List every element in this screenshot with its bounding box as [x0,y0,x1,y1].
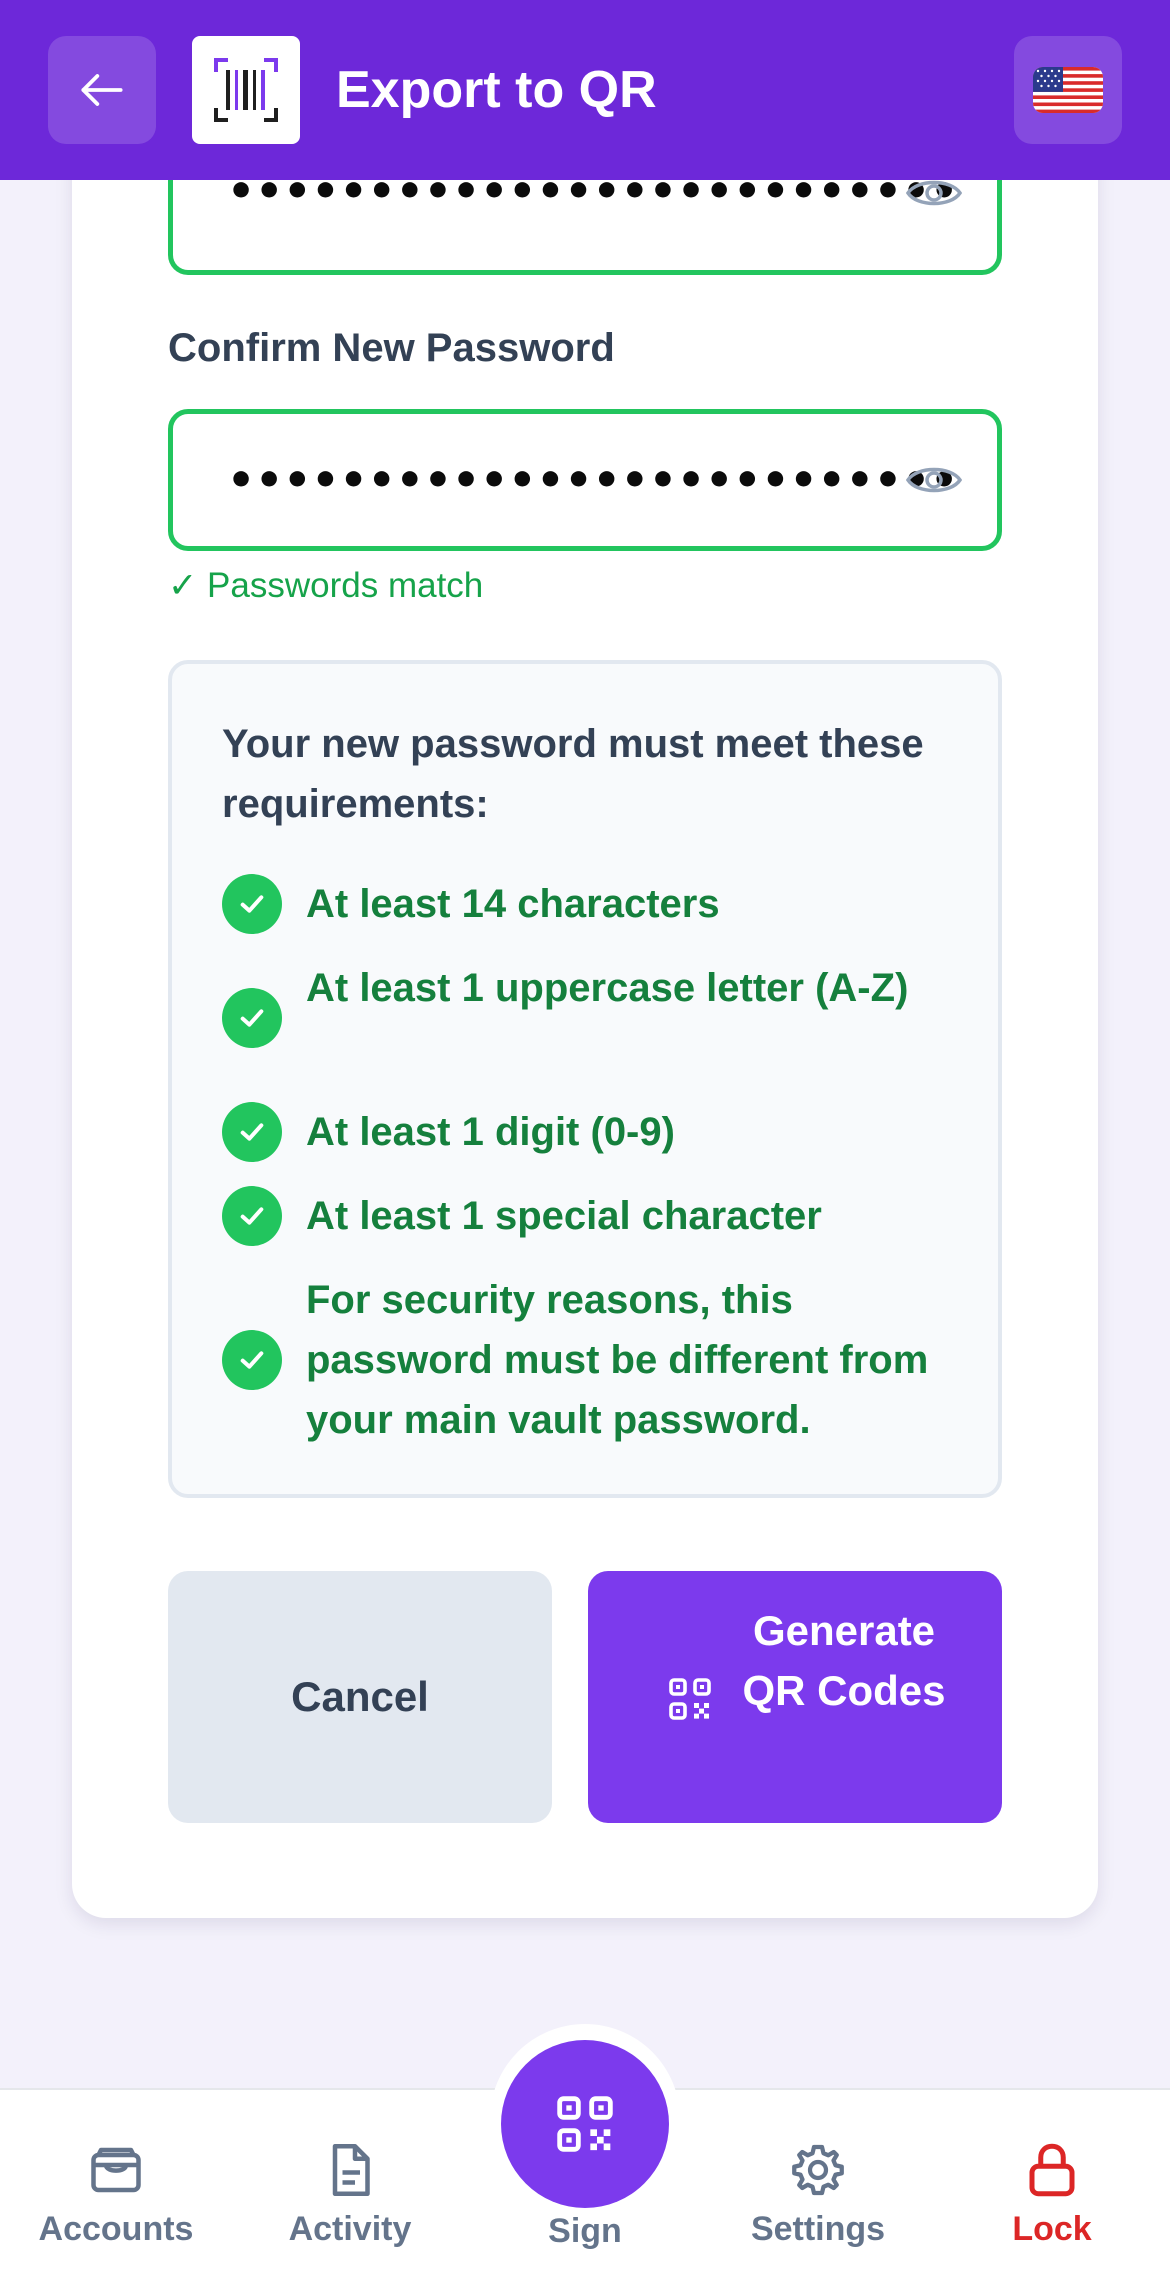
nav-activity[interactable]: Activity [250,2090,450,2280]
requirement-text: At least 14 characters [306,882,720,926]
nav-sign-button[interactable] [501,2040,669,2208]
qr-code-icon [669,1678,711,1720]
confirm-password-value: •••••••••••••••••••••••••• [227,454,959,506]
barcode-scan-icon [214,58,278,122]
language-button[interactable] [1014,36,1122,144]
confirm-password-label: Confirm New Password [168,326,615,370]
nav-activity-label: Activity [288,2210,412,2248]
qr-code-icon [557,2096,613,2152]
gear-icon [792,2144,844,2196]
requirement-text: At least 1 digit (0-9) [306,1110,675,1154]
nav-accounts-label: Accounts [38,2210,194,2248]
check-circle-icon [222,1186,282,1246]
check-circle-icon [222,1102,282,1162]
nav-sign-label[interactable]: Sign [500,2212,670,2251]
app-header: Export to QR [0,0,1170,180]
check-circle-icon [222,1330,282,1390]
check-circle-icon [222,874,282,934]
check-circle-icon [222,988,282,1048]
nav-settings[interactable]: Settings [718,2090,918,2280]
password-requirements: Your new password must meet these requir… [168,660,1002,1498]
nav-settings-label: Settings [750,2210,886,2248]
lock-icon [1029,2143,1075,2197]
requirement-text: At least 1 special character [306,1194,822,1238]
confirm-password-field[interactable]: •••••••••••••••••••••••••• [168,409,1002,551]
back-button[interactable] [48,36,156,144]
page-title: Export to QR [336,61,657,119]
document-icon [332,2144,370,2196]
requirement-text: At least 1 uppercase letter (A-Z) [306,966,909,1010]
arrow-left-icon [81,74,123,106]
requirements-title: Your new password must meet these requir… [222,722,924,826]
nav-lock-label: Lock [1012,2210,1092,2248]
generate-qr-codes-button[interactable]: Generate QR Codes [588,1571,1002,1823]
cancel-button[interactable]: Cancel [168,1571,552,1823]
app-logo [192,36,300,144]
nav-lock[interactable]: Lock [952,2090,1152,2280]
generate-button-label: Generate QR Codes [742,1607,946,1714]
wallet-icon [91,2147,141,2193]
requirement-text: For security reasons, this password must… [306,1278,929,1442]
show-password-icon[interactable] [905,460,963,500]
us-flag-icon [1033,67,1103,113]
nav-accounts[interactable]: Accounts [16,2090,216,2280]
passwords-match-status: ✓ Passwords match [168,566,484,605]
